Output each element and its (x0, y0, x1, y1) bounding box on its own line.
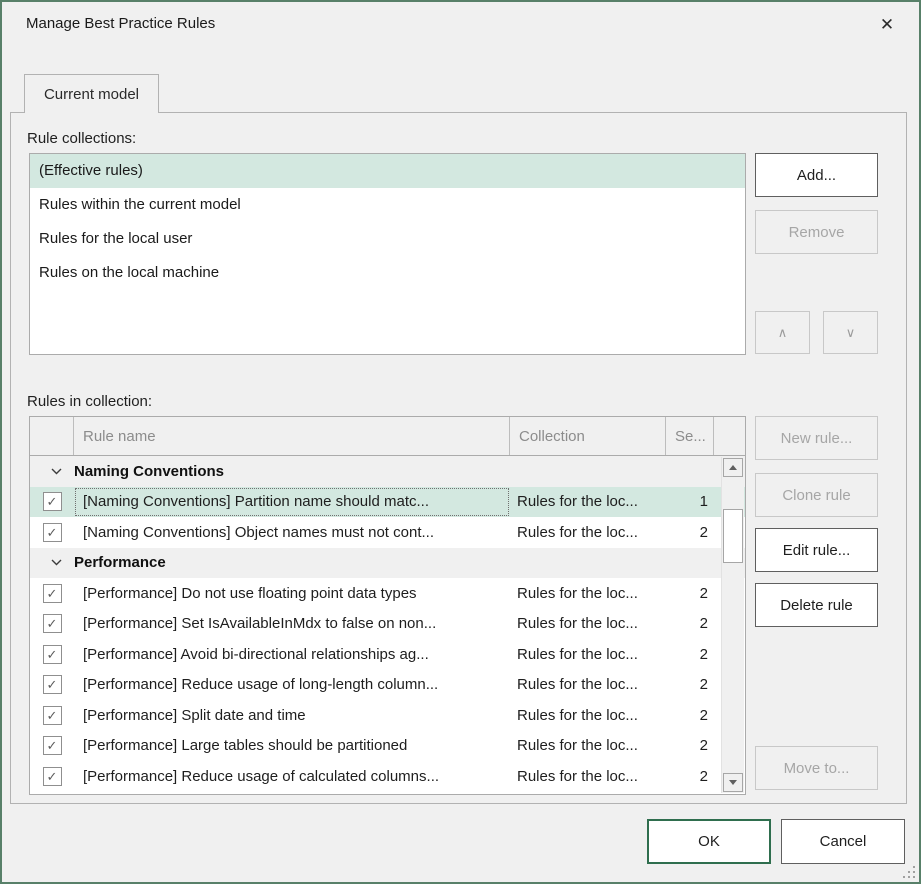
list-item-label: Rules for the local user (39, 230, 192, 247)
rule-name-cell[interactable]: [Performance] Large tables should be par… (74, 731, 510, 762)
rule-name-cell[interactable]: [Naming Conventions] Partition name shou… (74, 487, 510, 518)
list-item[interactable]: Rules for the local user (30, 222, 745, 256)
rule-severity-cell[interactable]: 1 (666, 487, 714, 518)
rule-checkbox[interactable]: ✓ (43, 645, 62, 664)
column-header-rule-name[interactable]: Rule name (74, 417, 510, 455)
rule-collections-label: Rule collections: (27, 130, 136, 147)
move-to-button[interactable]: Move to... (755, 746, 878, 790)
move-down-button[interactable]: ∨ (823, 311, 878, 354)
rule-checkbox[interactable]: ✓ (43, 675, 62, 694)
rule-name-cell[interactable]: [Performance] Reduce usage of calculated… (74, 761, 510, 792)
table-row[interactable]: ✓ [Performance] Split date and time Rule… (30, 700, 745, 731)
list-item-label: Rules within the current model (39, 196, 241, 213)
scroll-up-icon[interactable] (723, 458, 743, 477)
rule-collection-cell[interactable]: Rules for the loc... (510, 609, 666, 640)
rule-collection-cell[interactable]: Rules for the loc... (510, 670, 666, 701)
list-item[interactable]: Rules on the local machine (30, 256, 745, 290)
rule-collection-cell[interactable]: Rules for the loc... (510, 578, 666, 609)
table-row[interactable]: ✓ [Performance] Set IsAvailableInMdx to … (30, 609, 745, 640)
rule-collection-cell[interactable]: Rules for the loc... (510, 517, 666, 548)
rule-severity-cell[interactable]: 2 (666, 609, 714, 640)
rule-collection-cell[interactable]: Rules for the loc... (510, 700, 666, 731)
new-rule-button[interactable]: New rule... (755, 416, 878, 460)
rule-severity-cell[interactable]: 2 (666, 700, 714, 731)
list-item[interactable]: Rules within the current model (30, 188, 745, 222)
dialog-title: Manage Best Practice Rules (26, 15, 215, 32)
edit-rule-button[interactable]: Edit rule... (755, 528, 878, 572)
move-up-button[interactable]: ∧ (755, 311, 810, 354)
table-row[interactable]: ✓ [Naming Conventions] Partition name sh… (30, 487, 745, 518)
rule-name-cell[interactable]: [Naming Conventions] Object names must n… (74, 517, 510, 548)
rule-group-label: Performance (74, 554, 166, 571)
table-row[interactable]: ✓ [Performance] Reduce usage of long-len… (30, 670, 745, 701)
rule-name-cell[interactable]: [Performance] Set IsAvailableInMdx to fa… (74, 609, 510, 640)
rule-checkbox[interactable]: ✓ (43, 492, 62, 511)
rule-severity-cell[interactable]: 2 (666, 761, 714, 792)
table-row[interactable]: ✓ [Performance] Reduce usage of calculat… (30, 761, 745, 792)
clone-rule-button[interactable]: Clone rule (755, 473, 878, 517)
rules-table: Rule name Collection Se... Naming Conven… (29, 416, 746, 795)
check-icon: ✓ (47, 648, 58, 661)
check-icon: ✓ (47, 617, 58, 630)
column-header-severity[interactable]: Se... (666, 417, 714, 455)
ok-button[interactable]: OK (647, 819, 771, 864)
cancel-button[interactable]: Cancel (781, 819, 905, 864)
list-item-label: (Effective rules) (39, 162, 143, 179)
resize-grip[interactable] (901, 864, 915, 878)
rule-checkbox[interactable]: ✓ (43, 584, 62, 603)
table-row[interactable]: ✓ [Performance] Do not use floating poin… (30, 578, 745, 609)
rule-severity-cell[interactable]: 2 (666, 670, 714, 701)
rule-severity-cell[interactable]: 2 (666, 639, 714, 670)
rule-checkbox[interactable]: ✓ (43, 767, 62, 786)
check-icon: ✓ (47, 526, 58, 539)
rules-table-body: Naming Conventions ✓ [Naming Conventions… (30, 456, 745, 792)
rule-severity-cell[interactable]: 2 (666, 517, 714, 548)
table-row[interactable]: ✓ [Naming Conventions] Object names must… (30, 517, 745, 548)
check-icon: ✓ (47, 587, 58, 600)
remove-button[interactable]: Remove (755, 210, 878, 254)
rule-severity-cell[interactable]: 2 (666, 731, 714, 762)
scrollbar-thumb[interactable] (723, 509, 743, 563)
check-icon: ✓ (47, 739, 58, 752)
column-header-spacer (714, 417, 745, 455)
list-item[interactable]: (Effective rules) (30, 154, 745, 188)
rule-name-cell[interactable]: [Performance] Reduce usage of long-lengt… (74, 670, 510, 701)
manage-best-practice-rules-dialog: Manage Best Practice Rules ✕ Current mod… (0, 0, 921, 884)
check-icon: ✓ (47, 678, 58, 691)
rule-name-cell[interactable]: [Performance] Split date and time (74, 700, 510, 731)
rules-table-header: Rule name Collection Se... (30, 417, 745, 456)
tab-current-model[interactable]: Current model (24, 74, 159, 113)
rule-checkbox[interactable]: ✓ (43, 614, 62, 633)
rule-name-cell[interactable]: [Performance] Do not use floating point … (74, 578, 510, 609)
rule-checkbox[interactable]: ✓ (43, 706, 62, 725)
close-icon[interactable]: ✕ (870, 10, 904, 40)
list-item-label: Rules on the local machine (39, 264, 219, 281)
column-header-checkbox[interactable] (30, 417, 74, 455)
check-icon: ✓ (47, 709, 58, 722)
column-header-collection[interactable]: Collection (510, 417, 666, 455)
add-button[interactable]: Add... (755, 153, 878, 197)
rule-collection-cell[interactable]: Rules for the loc... (510, 761, 666, 792)
chevron-down-icon[interactable] (51, 468, 62, 475)
chevron-down-icon[interactable] (51, 559, 62, 566)
rule-group-label: Naming Conventions (74, 463, 224, 480)
delete-rule-button[interactable]: Delete rule (755, 583, 878, 627)
rule-group-row[interactable]: Naming Conventions (30, 456, 745, 487)
rule-collection-cell[interactable]: Rules for the loc... (510, 731, 666, 762)
rule-collections-list[interactable]: (Effective rules) Rules within the curre… (29, 153, 746, 355)
table-scrollbar[interactable] (721, 457, 744, 793)
table-row[interactable]: ✓ [Performance] Large tables should be p… (30, 731, 745, 762)
rule-name-cell[interactable]: [Performance] Avoid bi-directional relat… (74, 639, 510, 670)
scroll-down-icon[interactable] (723, 773, 743, 792)
rule-group-row[interactable]: Performance (30, 548, 745, 579)
rule-checkbox[interactable]: ✓ (43, 736, 62, 755)
check-icon: ✓ (47, 770, 58, 783)
check-icon: ✓ (47, 495, 58, 508)
rule-collection-cell[interactable]: Rules for the loc... (510, 487, 666, 518)
rule-severity-cell[interactable]: 2 (666, 578, 714, 609)
rule-checkbox[interactable]: ✓ (43, 523, 62, 542)
table-row[interactable]: ✓ [Performance] Avoid bi-directional rel… (30, 639, 745, 670)
rule-collection-cell[interactable]: Rules for the loc... (510, 639, 666, 670)
rules-in-collection-label: Rules in collection: (27, 393, 152, 410)
